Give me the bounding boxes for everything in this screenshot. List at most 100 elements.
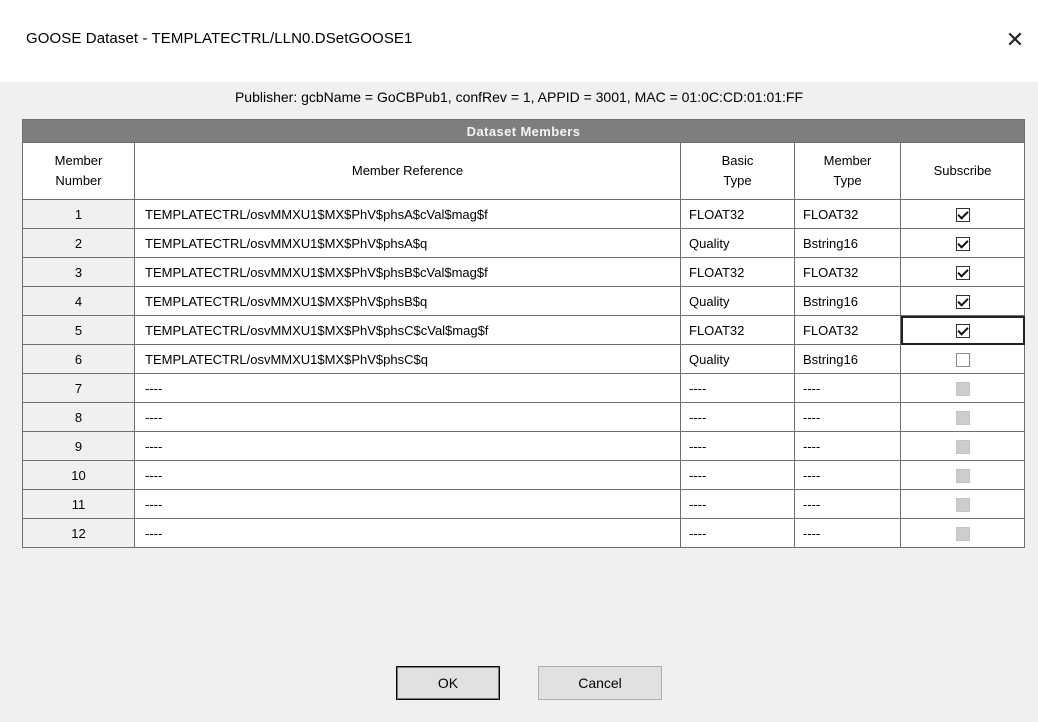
subscribe-cell [900, 228, 1025, 258]
cancel-button[interactable]: Cancel [538, 666, 662, 700]
publisher-info: Publisher: gcbName = GoCBPub1, confRev =… [234, 89, 804, 105]
member-number-cell: 2 [22, 228, 135, 258]
member-reference-cell: TEMPLATECTRL/osvMMXU1$MX$PhV$phsC$q [134, 344, 681, 374]
ok-button[interactable]: OK [396, 666, 500, 700]
member-reference-cell: ---- [134, 373, 681, 403]
header-line: Basic [721, 153, 754, 168]
table-row[interactable]: 5 TEMPLATECTRL/osvMMXU1$MX$PhV$phsC$cVal$… [22, 315, 1025, 345]
subscribe-cell [900, 286, 1025, 316]
table-row[interactable]: 12 ---- ---- ---- [22, 518, 1025, 548]
table-row[interactable]: 4 TEMPLATECTRL/osvMMXU1$MX$PhV$phsB$q Qual… [22, 286, 1025, 316]
basic-type-cell: Quality [680, 344, 795, 374]
member-number-cell: 10 [22, 460, 135, 490]
dataset-members-table: Dataset Members Member Number Member Ref… [22, 119, 1025, 548]
header-line: Type [833, 173, 862, 188]
member-number-cell: 5 [22, 315, 135, 345]
member-number-cell: 7 [22, 373, 135, 403]
subscribe-cell [900, 344, 1025, 374]
member-type-cell: ---- [794, 431, 901, 461]
member-reference-cell: ---- [134, 460, 681, 490]
member-reference-cell: ---- [134, 518, 681, 548]
basic-type-cell: ---- [680, 518, 795, 548]
member-number-cell: 9 [22, 431, 135, 461]
basic-type-cell: ---- [680, 373, 795, 403]
subscribe-checkbox [955, 439, 970, 454]
member-type-cell: ---- [794, 373, 901, 403]
member-number-cell: 8 [22, 402, 135, 432]
subscribe-checkbox[interactable] [955, 294, 970, 309]
member-reference-cell: TEMPLATECTRL/osvMMXU1$MX$PhV$phsA$q [134, 228, 681, 258]
column-header-member-reference: Member Reference [134, 142, 681, 200]
table-row[interactable]: 6 TEMPLATECTRL/osvMMXU1$MX$PhV$phsC$q Qual… [22, 344, 1025, 374]
subscribe-cell [900, 460, 1025, 490]
subscribe-checkbox[interactable] [955, 207, 970, 222]
basic-type-cell: ---- [680, 460, 795, 490]
subscribe-cell [900, 431, 1025, 461]
subscribe-checkbox[interactable] [955, 352, 970, 367]
close-icon[interactable]: ✕ [992, 18, 1038, 62]
column-header-subscribe: Subscribe [900, 142, 1025, 200]
member-number-cell: 4 [22, 286, 135, 316]
subscribe-checkbox[interactable] [955, 265, 970, 280]
table-row[interactable]: 7 ---- ---- ---- [22, 373, 1025, 403]
member-reference-cell: ---- [134, 402, 681, 432]
subscribe-cell [900, 518, 1025, 548]
member-type-cell: ---- [794, 402, 901, 432]
table-row[interactable]: 2 TEMPLATECTRL/osvMMXU1$MX$PhV$phsA$q Qual… [22, 228, 1025, 258]
member-type-cell: FLOAT32 [794, 199, 901, 229]
member-type-cell: ---- [794, 460, 901, 490]
basic-type-cell: Quality [680, 286, 795, 316]
basic-type-cell: ---- [680, 489, 795, 519]
table-row[interactable]: 3 TEMPLATECTRL/osvMMXU1$MX$PhV$phsB$cVal$… [22, 257, 1025, 287]
table-row[interactable]: 9 ---- ---- ---- [22, 431, 1025, 461]
basic-type-cell: FLOAT32 [680, 257, 795, 287]
subscribe-cell [900, 489, 1025, 519]
table-row[interactable]: 1 TEMPLATECTRL/osvMMXU1$MX$PhV$phsA$cVal$… [22, 199, 1025, 229]
title-bar: GOOSE Dataset - TEMPLATECTRL/LLN0.DSetGO… [0, 0, 1038, 82]
header-line: Number [55, 173, 102, 188]
member-number-cell: 3 [22, 257, 135, 287]
member-reference-cell: TEMPLATECTRL/osvMMXU1$MX$PhV$phsB$q [134, 286, 681, 316]
header-line: Type [723, 173, 752, 188]
subscribe-checkbox [955, 381, 970, 396]
basic-type-cell: ---- [680, 431, 795, 461]
member-type-cell: FLOAT32 [794, 315, 901, 345]
basic-type-cell: ---- [680, 402, 795, 432]
basic-type-cell: FLOAT32 [680, 315, 795, 345]
header-line: Member [823, 153, 872, 168]
subscribe-cell [900, 199, 1025, 229]
table-row[interactable]: 11 ---- ---- ---- [22, 489, 1025, 519]
subscribe-checkbox[interactable] [955, 323, 970, 338]
table-banner: Dataset Members [22, 119, 1025, 143]
subscribe-checkbox [955, 497, 970, 512]
subscribe-checkbox [955, 410, 970, 425]
column-header-basic-type: Basic Type [680, 142, 795, 200]
table-row[interactable]: 8 ---- ---- ---- [22, 402, 1025, 432]
member-reference-cell: TEMPLATECTRL/osvMMXU1$MX$PhV$phsC$cVal$m… [134, 315, 681, 345]
member-reference-cell: ---- [134, 489, 681, 519]
subscribe-cell [900, 257, 1025, 287]
member-number-cell: 6 [22, 344, 135, 374]
subscribe-checkbox[interactable] [955, 236, 970, 251]
subscribe-cell [900, 373, 1025, 403]
member-type-cell: FLOAT32 [794, 257, 901, 287]
member-type-cell: ---- [794, 489, 901, 519]
member-number-cell: 11 [22, 489, 135, 519]
column-header-member-type: Member Type [794, 142, 901, 200]
member-number-cell: 12 [22, 518, 135, 548]
subscribe-cell [900, 315, 1025, 345]
member-type-cell: ---- [794, 518, 901, 548]
member-reference-cell: ---- [134, 431, 681, 461]
table-row[interactable]: 10 ---- ---- ---- [22, 460, 1025, 490]
member-reference-cell: TEMPLATECTRL/osvMMXU1$MX$PhV$phsA$cVal$m… [134, 199, 681, 229]
column-header-member-number: Member Number [22, 142, 135, 200]
subscribe-checkbox [955, 526, 970, 541]
member-number-cell: 1 [22, 199, 135, 229]
subscribe-cell [900, 402, 1025, 432]
header-line: Member [54, 153, 103, 168]
member-type-cell: Bstring16 [794, 228, 901, 258]
member-reference-cell: TEMPLATECTRL/osvMMXU1$MX$PhV$phsB$cVal$m… [134, 257, 681, 287]
basic-type-cell: Quality [680, 228, 795, 258]
basic-type-cell: FLOAT32 [680, 199, 795, 229]
member-type-cell: Bstring16 [794, 344, 901, 374]
